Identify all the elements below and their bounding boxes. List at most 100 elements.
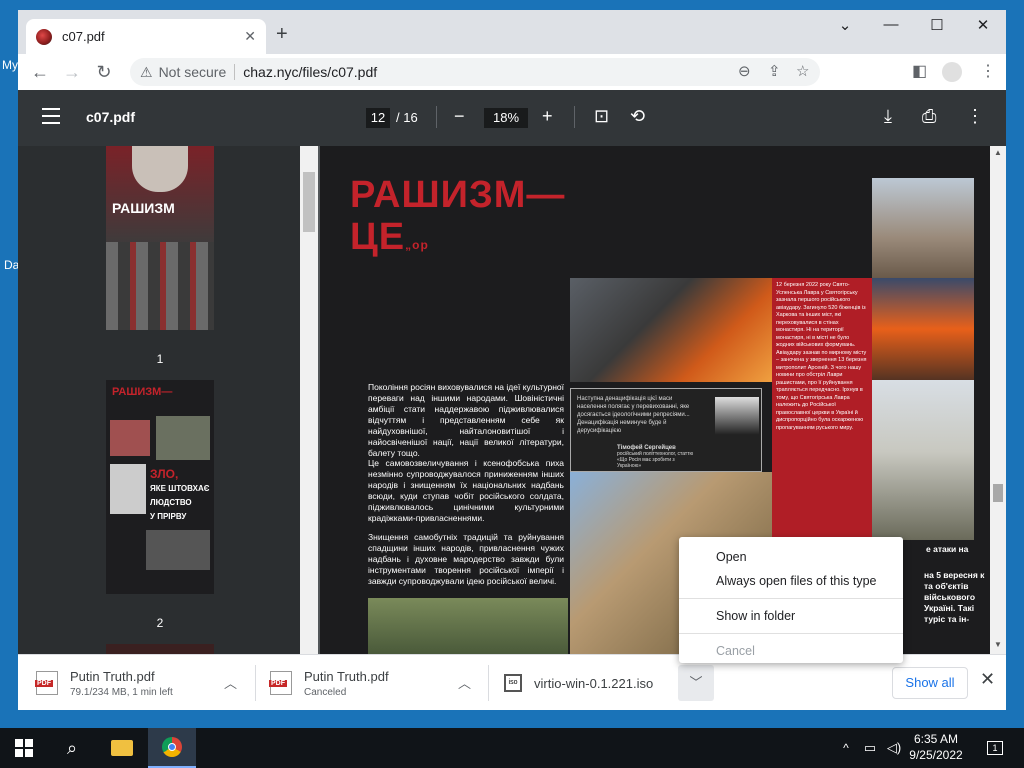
download-name: virtio-win-0.1.221.iso	[534, 675, 654, 691]
network-icon[interactable]: ▭	[858, 728, 882, 768]
thumb-collage	[106, 242, 214, 330]
zoom-out-icon[interactable]: −	[454, 106, 465, 127]
scroll-up-icon[interactable]: ▲	[994, 148, 1002, 157]
show-all-button[interactable]: Show all	[892, 667, 968, 699]
fit-page-icon[interactable]: ⊡	[594, 106, 609, 127]
thumb-title: РАШИЗМ	[112, 200, 175, 216]
scroll-thumb[interactable]	[993, 484, 1003, 502]
portrait-photo	[715, 397, 759, 451]
menu-item-cancel: Cancel	[716, 644, 755, 658]
pdf-filename: c07.pdf	[86, 109, 136, 125]
new-tab-button[interactable]: +	[276, 24, 288, 44]
close-shelf-icon[interactable]: ✕	[980, 669, 995, 690]
monastery-photo	[872, 380, 974, 540]
divider	[255, 665, 256, 701]
iso-icon: iso	[504, 674, 522, 692]
page-number-input[interactable]: 12	[366, 108, 390, 128]
clock-time: 6:35 AM	[913, 732, 959, 746]
quote-role: російський політтехнолог, статтю «Що Рос…	[617, 451, 694, 469]
menu-item-always-open[interactable]: Always open files of this type	[679, 569, 903, 593]
download-item[interactable]: iso virtio-win-0.1.221.iso	[504, 655, 653, 710]
thumb-photo	[156, 416, 210, 460]
title-line-2: ЦЕ„ор	[350, 216, 565, 266]
search-icon[interactable]: ⌕	[48, 728, 96, 768]
profile-avatar-icon[interactable]	[942, 62, 962, 82]
chevron-up-icon[interactable]: ︿	[224, 673, 237, 692]
rotate-icon[interactable]: ⟲	[630, 106, 645, 127]
bookmark-star-icon[interactable]: ☆	[796, 62, 809, 80]
windows-icon	[15, 739, 33, 757]
download-status: Canceled	[304, 686, 347, 698]
info-box: 12 березня 2022 року Свято-Успенська Лав…	[772, 278, 872, 538]
print-icon[interactable]: ⎙	[922, 106, 936, 127]
title-line-1: РАШИЗМ—	[350, 174, 566, 216]
close-window-button[interactable]: ✕	[960, 16, 1006, 34]
security-label[interactable]: Not secure	[159, 64, 227, 80]
menu-kebab-icon[interactable]: ⋮	[980, 61, 996, 81]
zoom-in-icon[interactable]: +	[542, 106, 553, 127]
thumb-photo	[146, 530, 210, 570]
page-thumbnail-2[interactable]: РАШИЗМ— ЗЛО, ЯКЕ ШТОВХАЄ ЛЮДСТВО У ПРІРВУ	[106, 380, 214, 594]
quote-box: Наступна денацифікація цієї маси населен…	[570, 388, 762, 472]
scroll-thumb[interactable]	[303, 172, 315, 232]
chevron-down-button[interactable]: ﹀	[678, 665, 714, 701]
download-icon[interactable]: ⤓	[884, 106, 892, 127]
side-panel-icon[interactable]: ◧	[912, 61, 927, 81]
back-button[interactable]: ←	[24, 62, 56, 83]
menu-item-open[interactable]: Open	[679, 545, 903, 569]
menu-divider	[679, 598, 903, 599]
omnibox-divider	[234, 64, 236, 80]
sidebar-scrollbar[interactable]	[300, 146, 318, 654]
thumbnail-label: 1	[156, 352, 164, 366]
hamburger-menu-icon[interactable]	[42, 108, 60, 129]
tab-strip: c07.pdf ✕ + ⌄ — ☐ ✕	[18, 10, 1006, 54]
desktop-label: My	[2, 58, 18, 72]
tab-c07[interactable]: c07.pdf ✕	[26, 19, 266, 54]
thumb-face	[132, 146, 188, 192]
minimize-button[interactable]: —	[868, 16, 914, 33]
file-explorer-icon[interactable]	[98, 728, 146, 768]
download-item[interactable]: Putin Truth.pdf 79.1/234 MB, 1 min left	[35, 655, 173, 710]
tab-search-button[interactable]: ⌄	[822, 16, 868, 34]
right-text-fragment: на 5 вересня к та об'єктів військового У…	[924, 570, 985, 624]
volume-icon[interactable]: ◁)	[882, 728, 906, 768]
title-sup: „ор	[405, 238, 429, 252]
tab-title: c07.pdf	[62, 29, 105, 44]
taskbar: ⌕ ^ ▭ ◁) 6:35 AM 9/25/2022 1	[0, 728, 1024, 768]
url-text[interactable]: chaz.nyc/files/c07.pdf	[243, 64, 377, 80]
zoom-input[interactable]: 18%	[484, 108, 528, 128]
paragraph-3: Знищення самобутніх традицій та руйнуван…	[368, 532, 564, 586]
chevron-up-icon[interactable]: ︿	[458, 673, 471, 692]
forward-button[interactable]: →	[56, 62, 88, 83]
share-icon[interactable]: ⇪	[768, 62, 781, 80]
clock[interactable]: 6:35 AM 9/25/2022	[906, 731, 966, 763]
tray-chevron-icon[interactable]: ^	[834, 728, 858, 768]
notifications-icon[interactable]: 1	[980, 728, 1010, 768]
thumb-heading: ЗЛО, ЯКЕ ШТОВХАЄ ЛЮДСТВО У ПРІРВУ	[150, 467, 210, 522]
page-total: / 16	[396, 110, 418, 125]
maximize-button[interactable]: ☐	[914, 16, 960, 34]
download-name: Putin Truth.pdf	[70, 668, 155, 684]
page-thumbnail-1[interactable]: РАШИЗМ	[106, 146, 214, 330]
pdf-toolbar: c07.pdf 12 / 16 − 18% + ⊡ ⟲ ⤓ ⎙ ⋮	[18, 90, 1006, 146]
chrome-icon[interactable]	[148, 728, 196, 768]
address-bar[interactable]: ⚠ Not secure chaz.nyc/files/c07.pdf ⊖ ⇪ …	[130, 58, 820, 86]
reload-button[interactable]: ↻	[88, 62, 120, 83]
page-title: РАШИЗМ— ЦЕ„ор	[350, 174, 565, 266]
start-button[interactable]	[0, 728, 48, 768]
scroll-down-icon[interactable]: ▼	[994, 640, 1002, 649]
zoom-icon[interactable]: ⊖	[738, 62, 751, 80]
favicon-icon	[36, 28, 52, 45]
divider	[436, 106, 437, 128]
menu-divider	[679, 633, 903, 634]
more-options-icon[interactable]: ⋮	[966, 106, 984, 127]
main-scrollbar[interactable]: ▲ ▼	[990, 146, 1006, 654]
page-thumbnail-3[interactable]	[106, 644, 214, 654]
download-name: Putin Truth.pdf	[304, 668, 389, 684]
tab-close-icon[interactable]: ✕	[244, 28, 256, 45]
download-item[interactable]: Putin Truth.pdf Canceled	[269, 655, 389, 710]
browser-toolbar: ← → ↻ ⚠ Not secure chaz.nyc/files/c07.pd…	[18, 54, 1006, 90]
menu-item-show-in-folder[interactable]: Show in folder	[679, 604, 903, 628]
paragraph-2: Це самовозвеличування і ксенофобська пих…	[368, 458, 564, 523]
thumbnail-label: 2	[156, 616, 164, 630]
